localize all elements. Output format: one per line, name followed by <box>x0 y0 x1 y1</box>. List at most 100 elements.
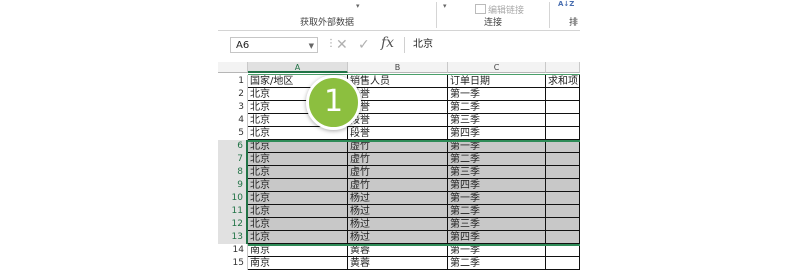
table-cell[interactable]: 北京 <box>248 231 348 244</box>
table-cell[interactable] <box>546 179 580 192</box>
table-cell[interactable]: 第四季 <box>448 179 546 192</box>
table-row[interactable]: 8 北京 虚竹 第三季 <box>218 166 580 179</box>
row-number[interactable]: 10 <box>218 192 248 205</box>
table-cell[interactable]: 虚竹 <box>348 179 448 192</box>
table-cell[interactable]: 杨过 <box>348 192 448 205</box>
table-cell[interactable]: 销售人员 <box>348 75 448 88</box>
cancel-icon[interactable]: ✕ <box>336 36 348 54</box>
formula-bar-grip-icon[interactable]: ⋮ <box>326 38 336 49</box>
table-cell[interactable]: 段誉 <box>348 101 448 114</box>
table-cell[interactable]: 杨过 <box>348 218 448 231</box>
table-cell[interactable]: 第一季 <box>448 88 546 101</box>
row-number[interactable]: 2 <box>218 88 248 101</box>
row-number[interactable]: 6 <box>218 140 248 153</box>
table-cell[interactable]: 求和项 <box>546 75 580 88</box>
table-row[interactable]: 14 南京 黄蓉 第一季 <box>218 244 580 257</box>
table-row[interactable]: 13 北京 杨过 第四季 <box>218 231 580 244</box>
name-box[interactable]: A6 ▼ <box>230 37 318 53</box>
row-number[interactable]: 5 <box>218 127 248 140</box>
table-cell[interactable] <box>546 166 580 179</box>
chevron-down-icon[interactable]: ▼ <box>309 38 314 54</box>
table-row[interactable]: 3北京段誉第二季 <box>218 101 580 114</box>
table-cell[interactable]: 段誉 <box>348 127 448 140</box>
table-cell[interactable] <box>546 153 580 166</box>
table-row[interactable]: 4 北京 段誉 第三季 <box>218 114 580 127</box>
table-cell[interactable] <box>546 127 580 140</box>
table-cell[interactable]: 段誉 <box>348 88 448 101</box>
table-cell[interactable]: 北京 <box>248 140 348 153</box>
table-cell[interactable]: 第三季 <box>448 218 546 231</box>
table-cell[interactable]: 杨过 <box>348 231 448 244</box>
row-number[interactable]: 9 <box>218 179 248 192</box>
column-header-a[interactable]: A <box>248 62 348 73</box>
table-cell[interactable] <box>546 218 580 231</box>
table-row[interactable]: 10 北京 杨过 第一季 <box>218 192 580 205</box>
row-number[interactable]: 15 <box>218 257 248 270</box>
insert-function-button[interactable]: fx <box>381 35 394 51</box>
column-header-b[interactable]: B <box>348 62 448 73</box>
table-row[interactable]: 7 北京 虚竹 第二季 <box>218 153 580 166</box>
table-cell[interactable]: 北京 <box>248 166 348 179</box>
table-row[interactable]: 5 北京 段誉 第四季 <box>218 127 580 140</box>
table-cell[interactable]: 第三季 <box>448 166 546 179</box>
table-row[interactable]: 6 北京 虚竹 第一季 <box>218 140 580 153</box>
confirm-icon[interactable]: ✓ <box>358 36 370 54</box>
table-cell[interactable]: 第三季 <box>448 114 546 127</box>
table-cell[interactable]: 第一季 <box>448 244 546 257</box>
row-number[interactable]: 4 <box>218 114 248 127</box>
row-number[interactable]: 3 <box>218 101 248 114</box>
table-cell[interactable]: 北京 <box>248 179 348 192</box>
table-cell[interactable]: 北京 <box>248 205 348 218</box>
table-cell[interactable]: 第四季 <box>448 127 546 140</box>
table-cell[interactable]: 北京 <box>248 153 348 166</box>
table-cell[interactable]: 黄蓉 <box>348 257 448 270</box>
table-cell[interactable]: 黄蓉 <box>348 244 448 257</box>
formula-input[interactable]: 北京 <box>404 37 580 53</box>
select-all-corner[interactable] <box>218 62 248 73</box>
column-header-d[interactable] <box>546 62 580 73</box>
row-number[interactable]: 1 <box>218 75 248 88</box>
row-number[interactable]: 13 <box>218 231 248 244</box>
table-cell[interactable]: 第二季 <box>448 101 546 114</box>
table-cell[interactable]: 虚竹 <box>348 140 448 153</box>
chevron-down-icon[interactable]: ▾ <box>356 2 360 10</box>
table-cell[interactable]: 北京 <box>248 192 348 205</box>
table-row[interactable]: 9 北京 虚竹 第四季 <box>218 179 580 192</box>
table-cell[interactable]: 虚竹 <box>348 166 448 179</box>
row-number[interactable]: 12 <box>218 218 248 231</box>
table-cell[interactable]: 订单日期 <box>448 75 546 88</box>
table-cell[interactable] <box>546 101 580 114</box>
table-cell[interactable]: 第一季 <box>448 192 546 205</box>
table-cell[interactable]: 第四季 <box>448 231 546 244</box>
table-row[interactable]: 1 国家/地区 销售人员 订单日期 求和项 <box>218 75 580 88</box>
table-cell[interactable]: 南京 <box>248 257 348 270</box>
column-header-c[interactable]: C <box>448 62 546 73</box>
table-cell[interactable] <box>546 140 580 153</box>
table-row[interactable]: 12 北京 杨过 第三季 <box>218 218 580 231</box>
table-cell[interactable] <box>546 88 580 101</box>
table-row[interactable]: 2北京段誉第一季 <box>218 88 580 101</box>
sort-az-icon[interactable]: A↓Z <box>558 0 574 8</box>
worksheet-grid[interactable]: A B C 1国家/地区销售人员订单日期求和项2北京段誉第一季3北京段誉第二季4… <box>218 62 580 273</box>
row-number[interactable]: 14 <box>218 244 248 257</box>
table-cell[interactable]: 段誉 <box>348 114 448 127</box>
table-cell[interactable]: 南京 <box>248 244 348 257</box>
table-cell[interactable]: 虚竹 <box>348 153 448 166</box>
table-cell[interactable] <box>546 114 580 127</box>
table-cell[interactable] <box>546 231 580 244</box>
table-row[interactable]: 15 南京 黄蓉 第二季 <box>218 257 580 270</box>
table-cell[interactable] <box>546 257 580 270</box>
row-number[interactable]: 7 <box>218 153 248 166</box>
table-cell[interactable]: 第一季 <box>448 140 546 153</box>
table-cell[interactable]: 北京 <box>248 218 348 231</box>
table-cell[interactable] <box>546 244 580 257</box>
row-number[interactable]: 8 <box>218 166 248 179</box>
table-cell[interactable]: 第二季 <box>448 257 546 270</box>
table-cell[interactable] <box>546 192 580 205</box>
chevron-down-icon[interactable]: ▾ <box>443 2 447 10</box>
table-cell[interactable]: 杨过 <box>348 205 448 218</box>
table-cell[interactable]: 第二季 <box>448 205 546 218</box>
table-row[interactable]: 11 北京 杨过 第二季 <box>218 205 580 218</box>
table-cell[interactable]: 第二季 <box>448 153 546 166</box>
row-number[interactable]: 11 <box>218 205 248 218</box>
